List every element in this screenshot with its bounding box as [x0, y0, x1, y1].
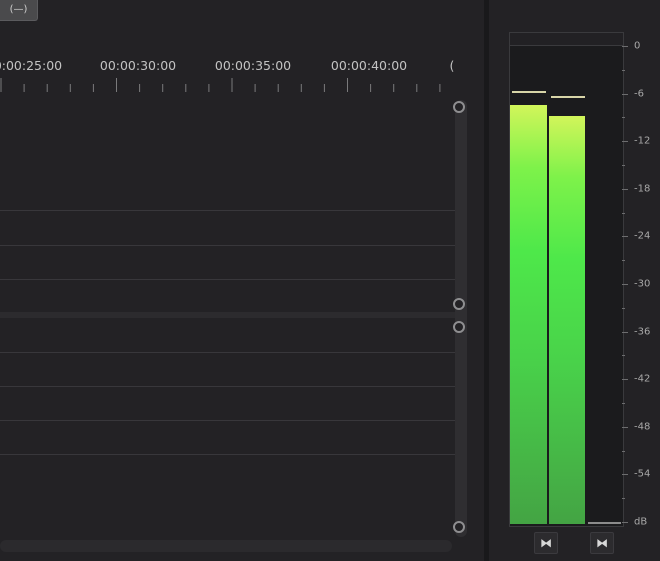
bowtie-solo-icon: ⧓	[596, 536, 608, 550]
db-scale-tick	[622, 93, 628, 95]
db-scale-minor-tick	[622, 307, 625, 309]
db-scale-label: -24	[634, 230, 651, 242]
track-divider	[0, 386, 455, 387]
clip-indicator-left[interactable]	[510, 33, 549, 46]
db-scale-tick	[622, 46, 628, 47]
meter-bar-right	[549, 116, 585, 524]
db-scale-label: -42	[634, 373, 651, 385]
db-scale-tick	[622, 331, 628, 333]
db-scale-minor-tick	[622, 260, 625, 262]
peak-hold-left	[512, 90, 546, 93]
solo-left-button[interactable]: ⧓	[534, 532, 558, 554]
solo-right-button[interactable]: ⧓	[590, 532, 614, 554]
db-scale-tick	[622, 379, 628, 381]
track-divider	[0, 454, 455, 455]
meter-bar-left	[510, 104, 547, 524]
ruler-label: 00:00:25:00	[0, 58, 63, 73]
db-scale-tick	[622, 188, 628, 190]
db-scale-minor-tick	[622, 212, 625, 214]
db-scale-label: -30	[634, 278, 651, 290]
db-scale: 0 -6 -12 -18 -24 -30 -36 -42 -48 -54 dB	[622, 38, 660, 528]
audio-meter-panel: 0 -6 -12 -18 -24 -30 -36 -42 -48 -54 dB ⧓ ⧓	[489, 0, 660, 561]
db-scale-minor-tick	[622, 403, 625, 404]
video-audio-divider[interactable]	[0, 312, 455, 318]
track-divider	[0, 245, 455, 246]
video-scroll-handle-bottom[interactable]	[453, 298, 465, 310]
db-scale-minor-tick	[622, 117, 625, 119]
track-divider	[0, 420, 455, 421]
db-scale-minor-tick	[622, 450, 625, 452]
video-scroll-handle-top[interactable]	[453, 101, 465, 113]
db-scale-label: -12	[634, 135, 651, 147]
track-divider	[0, 352, 455, 353]
track-divider	[0, 210, 455, 211]
db-scale-label: -6	[634, 88, 644, 100]
timeline-panel: (—) 00:00:25:00 00:00:30:00 00:00:35:00 …	[0, 0, 482, 561]
db-scale-label: -18	[634, 183, 651, 195]
audio-scroll-handle-bottom[interactable]	[453, 521, 465, 533]
db-scale-tick	[622, 522, 628, 523]
clip-indicator-extra[interactable]	[586, 33, 623, 46]
audio-meter	[509, 32, 624, 527]
track-area[interactable]	[0, 96, 455, 546]
bowtie-solo-icon: ⧓	[540, 536, 552, 550]
clip-indicator-right[interactable]	[548, 33, 587, 46]
db-scale-tick	[622, 426, 628, 428]
track-header-chip[interactable]: (—)	[0, 0, 38, 21]
channel-floor-marker	[588, 522, 621, 524]
db-scale-tick	[622, 141, 628, 143]
db-scale-tick	[622, 284, 628, 285]
vertical-scrollbar[interactable]	[455, 100, 467, 537]
ruler-label: 00:00:35:00	[214, 58, 292, 73]
db-scale-label: -36	[634, 326, 651, 338]
db-scale-minor-tick	[622, 69, 625, 71]
ruler-ticks	[0, 78, 455, 94]
peak-hold-right	[551, 96, 585, 99]
db-scale-minor-tick	[622, 355, 625, 357]
audio-scroll-handle-top[interactable]	[453, 321, 465, 333]
ruler-label: (	[449, 58, 455, 73]
db-scale-minor-tick	[622, 498, 625, 500]
db-scale-tick	[622, 474, 628, 476]
ruler-label: 00:00:30:00	[99, 58, 177, 73]
track-divider	[0, 279, 455, 280]
db-scale-label: 0	[634, 40, 641, 52]
db-scale-label: -54	[634, 468, 651, 480]
ruler-label: 00:00:40:00	[330, 58, 408, 73]
horizontal-scrollbar[interactable]	[0, 540, 452, 552]
time-ruler[interactable]: 00:00:25:00 00:00:30:00 00:00:35:00 00:0…	[0, 50, 455, 94]
db-scale-minor-tick	[622, 165, 625, 166]
db-scale-label: dB	[634, 516, 648, 528]
db-scale-label: -48	[634, 421, 651, 433]
db-scale-tick	[622, 236, 628, 238]
